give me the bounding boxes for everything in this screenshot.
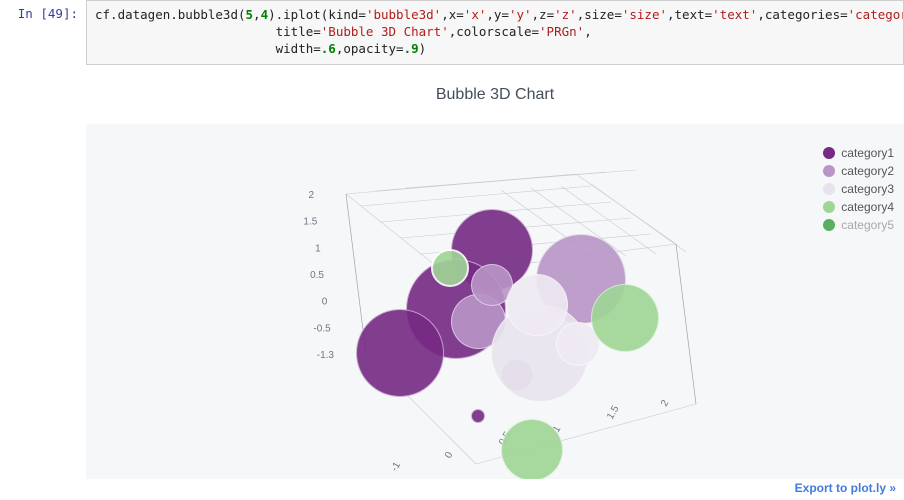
legend-item-2[interactable]: category2	[823, 164, 894, 178]
bubble-cat1[interactable]	[471, 409, 485, 423]
legend-item-3[interactable]: category3	[823, 182, 894, 196]
swatch-icon	[823, 165, 835, 177]
prompt-number: 49	[48, 6, 63, 21]
swatch-icon	[823, 183, 835, 195]
svg-text:1.5: 1.5	[605, 403, 622, 421]
swatch-icon	[823, 201, 835, 213]
input-cell: In [49]: cf.datagen.bubble3d(5,4).iplot(…	[0, 0, 904, 65]
swatch-icon	[823, 147, 835, 159]
legend-label: category4	[841, 200, 894, 214]
legend-label: category3	[841, 182, 894, 196]
bubble-cat3[interactable]	[506, 274, 568, 336]
chart-background: 2 1.5 1 0.5 0 -0.5 -1.3	[86, 124, 904, 479]
output-cell: Bubble 3D Chart 2 1.5 1 0.5 0 -0.5 -1.3	[0, 71, 904, 497]
scene-3d[interactable]: 2 1.5 1 0.5 0 -0.5 -1.3	[246, 134, 726, 479]
bubble-cat4[interactable]	[501, 419, 563, 479]
code-editor[interactable]: cf.datagen.bubble3d(5,4).iplot(kind='bub…	[86, 0, 904, 65]
bubble-cat4[interactable]	[591, 284, 659, 352]
svg-text:-0.5: -0.5	[313, 323, 331, 334]
swatch-icon	[823, 219, 835, 231]
svg-text:2: 2	[659, 397, 672, 408]
svg-text:0: 0	[322, 296, 328, 307]
legend-item-4[interactable]: category4	[823, 200, 894, 214]
legend-item-5[interactable]: category5	[823, 218, 894, 232]
plotly-figure[interactable]: Bubble 3D Chart 2 1.5 1 0.5 0 -0.5 -1.3	[86, 71, 904, 497]
svg-text:1.5: 1.5	[303, 216, 317, 227]
bubble-cat4[interactable]	[431, 249, 469, 287]
legend-label: category1	[841, 146, 894, 160]
svg-text:-1: -1	[389, 460, 403, 474]
svg-text:2: 2	[308, 190, 314, 201]
svg-text:0.5: 0.5	[310, 270, 324, 281]
prompt-prefix: In [	[18, 6, 48, 21]
export-link[interactable]: Export to plot.ly »	[795, 481, 896, 495]
input-prompt: In [49]:	[0, 0, 86, 65]
svg-text:-1.3: -1.3	[317, 350, 335, 361]
prompt-suffix: ]:	[63, 6, 78, 21]
svg-text:1: 1	[315, 243, 321, 254]
legend[interactable]: category1 category2 category3 category4 …	[823, 146, 894, 236]
svg-text:0: 0	[443, 449, 456, 460]
bubble-cat1[interactable]	[356, 309, 444, 397]
legend-label: category2	[841, 164, 894, 178]
chart-title: Bubble 3D Chart	[86, 72, 904, 104]
legend-item-1[interactable]: category1	[823, 146, 894, 160]
legend-label: category5	[841, 218, 894, 232]
